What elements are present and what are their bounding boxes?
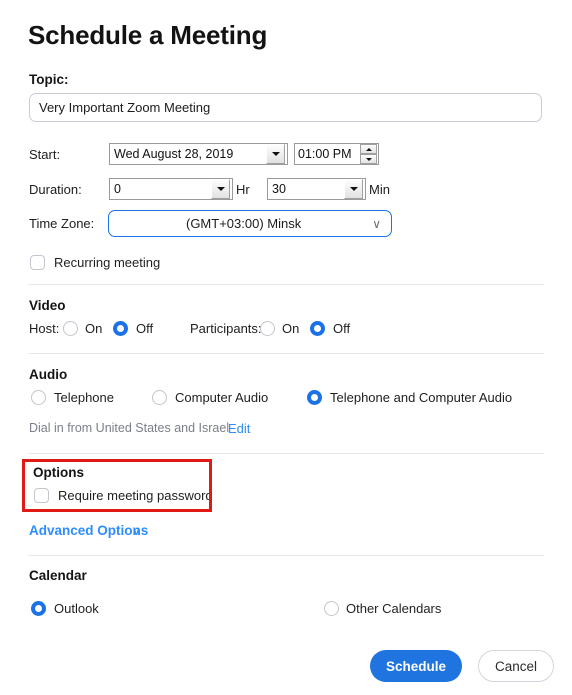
start-date-combobox[interactable]: Wed August 28, 2019 <box>109 143 288 165</box>
video-host-off-label: Off <box>136 321 154 336</box>
divider <box>28 555 544 556</box>
start-time-value: 01:00 PM <box>298 147 352 161</box>
divider <box>28 353 544 354</box>
video-participants-off-radio[interactable] <box>310 321 325 336</box>
dial-in-edit-link[interactable]: Edit <box>228 421 250 436</box>
duration-hours-value: 0 <box>114 182 121 196</box>
audio-computer-radio[interactable] <box>152 390 167 405</box>
video-heading: Video <box>29 298 66 313</box>
audio-heading: Audio <box>29 367 68 382</box>
calendar-heading: Calendar <box>29 568 87 583</box>
chevron-down-icon[interactable]: ∨ <box>132 524 141 538</box>
video-participants-on-label: On <box>282 321 300 336</box>
advanced-options-link[interactable]: Advanced Options <box>29 523 148 538</box>
recurring-meeting-label: Recurring meeting <box>54 255 161 270</box>
require-meeting-password-label: Require meeting password <box>58 488 213 503</box>
audio-both-label: Telephone and Computer Audio <box>330 390 513 405</box>
options-heading: Options <box>33 465 84 480</box>
chevron-down-icon[interactable] <box>211 179 230 199</box>
chevron-down-icon[interactable] <box>344 179 363 199</box>
topic-label: Topic: <box>29 72 69 87</box>
audio-telephone-label: Telephone <box>54 390 114 405</box>
start-date-value: Wed August 28, 2019 <box>114 147 234 161</box>
calendar-outlook-label: Outlook <box>54 601 99 616</box>
duration-minutes-unit: Min <box>369 182 390 197</box>
start-time-spinner[interactable]: 01:00 PM <box>294 143 379 165</box>
page-title: Schedule a Meeting <box>28 20 268 50</box>
spinner-up-icon[interactable] <box>360 144 377 154</box>
topic-input[interactable] <box>29 93 542 122</box>
schedule-meeting-dialog: Schedule a Meeting Topic: Start: Wed Aug… <box>0 0 572 695</box>
dial-in-text: Dial in from United States and Israel <box>29 421 230 435</box>
duration-minutes-combobox[interactable]: 30 <box>267 178 366 200</box>
video-host-on-radio[interactable] <box>63 321 78 336</box>
require-meeting-password-checkbox[interactable] <box>34 488 49 503</box>
duration-label: Duration: <box>29 182 82 197</box>
video-host-off-radio[interactable] <box>113 321 128 336</box>
calendar-other-radio[interactable] <box>324 601 339 616</box>
recurring-meeting-checkbox[interactable] <box>30 255 45 270</box>
spinner-down-icon[interactable] <box>360 154 377 164</box>
timezone-select[interactable]: (GMT+03:00) Minsk ∨ <box>108 210 392 237</box>
audio-telephone-radio[interactable] <box>31 390 46 405</box>
start-label: Start: <box>29 147 61 162</box>
spinner-buttons[interactable] <box>360 144 377 164</box>
divider <box>28 284 544 285</box>
audio-computer-label: Computer Audio <box>175 390 269 405</box>
video-participants-off-label: Off <box>333 321 351 336</box>
timezone-label: Time Zone: <box>29 216 95 231</box>
duration-hours-unit: Hr <box>236 182 250 197</box>
cancel-button[interactable]: Cancel <box>478 650 554 682</box>
video-participants-on-radio[interactable] <box>260 321 275 336</box>
audio-both-radio[interactable] <box>307 390 322 405</box>
timezone-value: (GMT+03:00) Minsk <box>185 216 302 231</box>
chevron-down-icon[interactable] <box>266 144 285 164</box>
video-host-on-label: On <box>85 321 103 336</box>
duration-hours-combobox[interactable]: 0 <box>109 178 233 200</box>
video-host-label: Host: <box>29 321 60 336</box>
chevron-down-icon: ∨ <box>372 216 381 231</box>
duration-minutes-value: 30 <box>272 182 286 196</box>
divider <box>28 453 544 454</box>
calendar-outlook-radio[interactable] <box>31 601 46 616</box>
calendar-other-label: Other Calendars <box>346 601 442 616</box>
schedule-button[interactable]: Schedule <box>370 650 462 682</box>
video-participants-label: Participants: <box>190 321 262 336</box>
